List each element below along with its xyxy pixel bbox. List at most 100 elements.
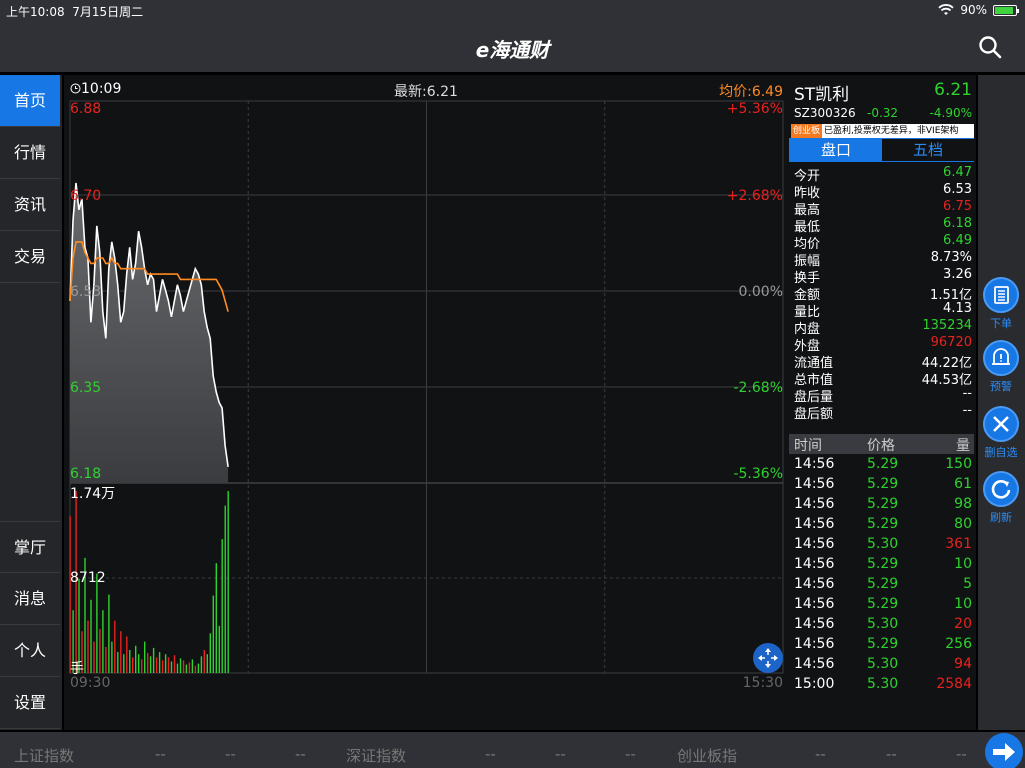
- trade-ticks-list: 14:56 5.29 150 14:56 5.29 61 14:56 5.29 98 14:56 5…: [789, 454, 976, 694]
- battery-level: [995, 6, 1013, 14]
- quote-stat-row: 金额 1.51亿: [789, 284, 976, 303]
- volume-bar: [188, 662, 191, 673]
- tick-time: 14:56: [794, 476, 835, 492]
- volume-bar: [126, 636, 128, 673]
- expand-chart-button[interactable]: [753, 643, 783, 673]
- index-ticker-bar[interactable]: 上证指数 -- -- -- 深证指数 -- -- -- 创业板指 -- -- -…: [0, 732, 1025, 768]
- sidebar-item-news[interactable]: 资讯: [0, 179, 60, 231]
- tick-volume: 361: [945, 536, 972, 552]
- volume-bar: [87, 620, 89, 673]
- sidebar-item-profile[interactable]: 个人: [0, 625, 60, 677]
- tick-time: 14:56: [794, 496, 835, 512]
- alert-button[interactable]: 预警: [981, 340, 1021, 394]
- status-time: 上午10:08 7月15日周二: [6, 5, 144, 19]
- tick-time: 14:56: [794, 616, 835, 632]
- volume-bar: [224, 505, 226, 673]
- volume-bar: [111, 641, 113, 673]
- pct-tick-label: +2.68%: [726, 188, 783, 204]
- x-tick-label: 15:30: [742, 675, 783, 691]
- volume-bar: [173, 655, 176, 673]
- search-icon[interactable]: [977, 34, 1003, 60]
- tab-five-levels[interactable]: 五档: [882, 139, 974, 161]
- tick-volume: 94: [954, 656, 972, 672]
- pct-tick-label: -2.68%: [733, 380, 783, 396]
- volume-bar: [206, 654, 208, 673]
- stock-tag-text: 已盈利,投票权无差异，非VIE架构: [824, 126, 959, 136]
- trade-tick-row: 14:56 5.29 150: [789, 454, 976, 474]
- volume-bar: [93, 641, 95, 673]
- intraday-chart[interactable]: [64, 75, 789, 695]
- intraday-chart-panel[interactable]: 10:09 最新:6.21 均价:6.49 6.88 6.70 6.53 6.3…: [64, 75, 789, 730]
- index-sz-change: --: [555, 745, 566, 763]
- tick-volume: 10: [954, 596, 972, 612]
- sidebar-item-settings[interactable]: 设置: [0, 677, 60, 729]
- volume-bar: [149, 656, 152, 673]
- quote-stat-value: 6.75: [943, 199, 972, 214]
- tick-price: 5.29: [867, 556, 899, 572]
- index-cy-pct: --: [956, 745, 967, 763]
- sidebar-item-trade[interactable]: 交易: [0, 231, 60, 283]
- volume-bar: [138, 654, 140, 673]
- volume-bar: [105, 646, 107, 673]
- trade-tick-row: 14:56 5.30 361: [789, 534, 976, 554]
- tick-volume: 98: [954, 496, 972, 512]
- stock-change: -0.32: [867, 106, 899, 120]
- quote-stat-row: 换手 3.26: [789, 267, 976, 286]
- tick-price: 5.29: [867, 576, 899, 592]
- price-tick-label: 6.70: [70, 188, 102, 204]
- alert-label: 预警: [990, 380, 1012, 393]
- sidebar-item-market[interactable]: 行情: [0, 127, 60, 179]
- volume-bar: [129, 650, 131, 673]
- app-title: e海通财: [475, 38, 550, 62]
- quote-stat-value: --: [962, 386, 972, 401]
- index-detail-button[interactable]: [985, 733, 1023, 768]
- tick-volume: 150: [945, 456, 972, 472]
- tick-time: 14:56: [794, 656, 835, 672]
- tick-price: 5.29: [867, 496, 899, 512]
- sidebar-item-messages[interactable]: 消息: [0, 573, 60, 625]
- quote-stat-value: 3.26: [943, 267, 972, 282]
- volume-bar: [176, 663, 179, 673]
- volume-bar: [218, 625, 220, 673]
- quote-stat-row: 总市值 44.53亿: [789, 369, 976, 388]
- remove-watchlist-button[interactable]: 删自选: [981, 406, 1021, 460]
- stock-price: 6.21: [934, 80, 972, 100]
- volume-bar: [96, 573, 98, 673]
- index-cy-change: --: [886, 745, 897, 763]
- trade-tick-row: 14:56 5.29 10: [789, 594, 976, 614]
- place-order-button[interactable]: 下单: [981, 277, 1021, 331]
- quote-stat-row: 昨收 6.53: [789, 182, 976, 201]
- volume-bar: [117, 652, 119, 673]
- close-icon: [993, 416, 1009, 432]
- index-sz-pct: --: [625, 745, 636, 763]
- trade-tick-row: 14:56 5.29 61: [789, 474, 976, 494]
- quote-stat-row: 流通值 44.22亿: [789, 352, 976, 371]
- chart-header: 10:09 最新:6.21 均价:6.49: [64, 75, 789, 101]
- volume-bar: [147, 653, 149, 673]
- quote-stat-value: 4.13: [943, 301, 972, 316]
- volume-bar: [212, 595, 214, 673]
- quote-stats: 今开 6.47 昨收 6.53 最高 6.75 最低 6.18 均价 6.49 振幅 8.73% 换手 3…: [789, 165, 976, 422]
- quote-stat-value: 6.49: [943, 233, 972, 248]
- index-sh-change: --: [225, 745, 236, 763]
- refresh-button[interactable]: 刷新: [981, 471, 1021, 525]
- tick-volume: 61: [954, 476, 972, 492]
- quote-stat-label: 盘后额: [794, 407, 834, 422]
- trade-tick-row: 14:56 5.29 98: [789, 494, 976, 514]
- stock-tag: 创业板 已盈利,投票权无差异，非VIE架构: [791, 124, 974, 138]
- ticks-col-time: 时间: [794, 438, 822, 454]
- tick-volume: 5: [963, 576, 972, 592]
- quote-stat-row: 振幅 8.73%: [789, 250, 976, 269]
- tick-price: 5.29: [867, 456, 899, 472]
- volume-bar: [179, 658, 182, 673]
- quote-stat-row: 盘后量 --: [789, 386, 976, 405]
- volume-tick-label: 1.74万: [70, 486, 116, 502]
- action-bar: 下单 预警 删自选 刷新: [978, 75, 1025, 730]
- sidebar-item-hall[interactable]: 掌厅: [0, 521, 60, 573]
- tab-order-book-summary[interactable]: 盘口: [790, 139, 882, 161]
- sidebar-item-home[interactable]: 首页: [0, 75, 60, 127]
- wifi-icon: [938, 4, 954, 15]
- tick-time: 14:56: [794, 576, 835, 592]
- volume-bar: [221, 539, 223, 673]
- trade-tick-row: 14:56 5.29 10: [789, 554, 976, 574]
